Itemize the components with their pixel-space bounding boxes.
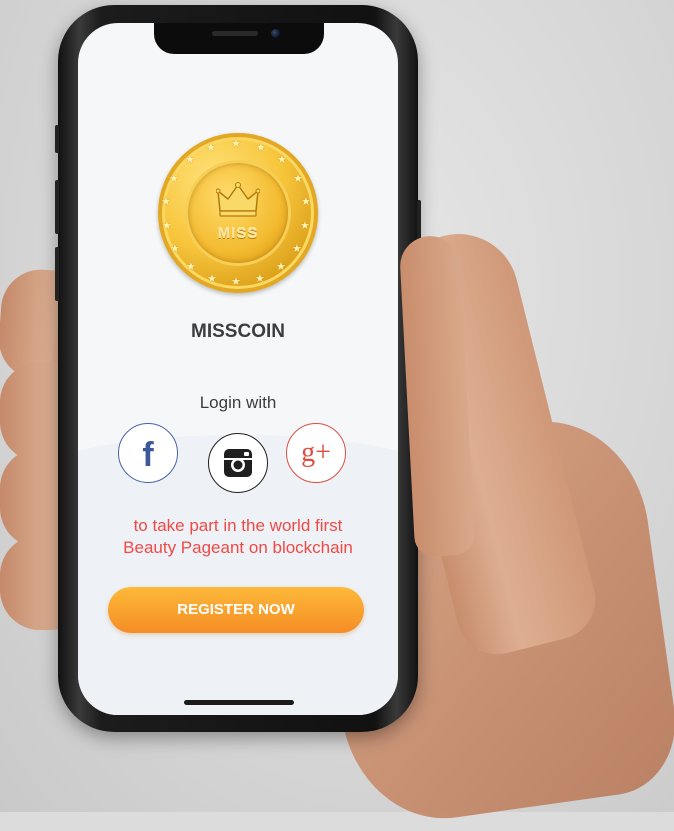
star-icon: ★ xyxy=(162,220,172,232)
star-icon: ★ xyxy=(231,138,241,150)
crown-icon xyxy=(216,182,260,217)
front-camera-icon xyxy=(271,29,280,38)
misscoin-logo: ★ ★ ★ ★ ★ ★ ★ ★ ★ ★ ★ ★ ★ ★ ★ ★ ★ ★ MISS xyxy=(158,133,318,293)
notch xyxy=(154,23,324,54)
star-icon: ★ xyxy=(186,261,196,273)
star-icon: ★ xyxy=(170,243,180,255)
facebook-login-button[interactable]: f xyxy=(118,423,178,483)
instagram-icon xyxy=(224,449,252,477)
star-icon: ★ xyxy=(161,196,171,208)
star-icon: ★ xyxy=(276,261,286,273)
tagline: to take part in the world first Beauty P… xyxy=(78,515,398,559)
register-now-button[interactable]: REGISTER NOW xyxy=(108,587,364,633)
instagram-login-button[interactable] xyxy=(208,433,268,493)
star-icon: ★ xyxy=(300,220,310,232)
star-icon: ★ xyxy=(207,273,217,285)
coin-center: MISS xyxy=(188,163,288,263)
facebook-icon: f xyxy=(142,436,154,474)
star-icon: ★ xyxy=(255,273,265,285)
star-icon: ★ xyxy=(292,243,302,255)
tagline-line-1: to take part in the world first xyxy=(133,516,343,535)
star-icon: ★ xyxy=(185,154,195,166)
phone-screen: ★ ★ ★ ★ ★ ★ ★ ★ ★ ★ ★ ★ ★ ★ ★ ★ ★ ★ MISS… xyxy=(78,23,398,715)
google-plus-login-button[interactable]: g+ xyxy=(286,423,346,483)
tagline-line-2: Beauty Pageant on blockchain xyxy=(123,538,353,557)
login-label: Login with xyxy=(199,393,277,412)
star-icon: ★ xyxy=(206,142,216,154)
app-title: MISSCOIN xyxy=(191,321,285,342)
google-plus-icon: g+ xyxy=(301,437,331,468)
star-icon: ★ xyxy=(231,276,241,288)
coin-text: MISS xyxy=(217,225,259,242)
star-icon: ★ xyxy=(277,154,287,166)
star-icon: ★ xyxy=(169,173,179,185)
star-icon: ★ xyxy=(256,142,266,154)
mute-switch xyxy=(55,125,59,153)
home-indicator[interactable] xyxy=(184,700,294,705)
volume-up-button xyxy=(55,180,59,234)
star-icon: ★ xyxy=(301,196,311,208)
phone-device: ★ ★ ★ ★ ★ ★ ★ ★ ★ ★ ★ ★ ★ ★ ★ ★ ★ ★ MISS… xyxy=(55,5,421,732)
volume-down-button xyxy=(55,247,59,301)
speaker-grille xyxy=(212,31,258,36)
star-icon: ★ xyxy=(293,173,303,185)
